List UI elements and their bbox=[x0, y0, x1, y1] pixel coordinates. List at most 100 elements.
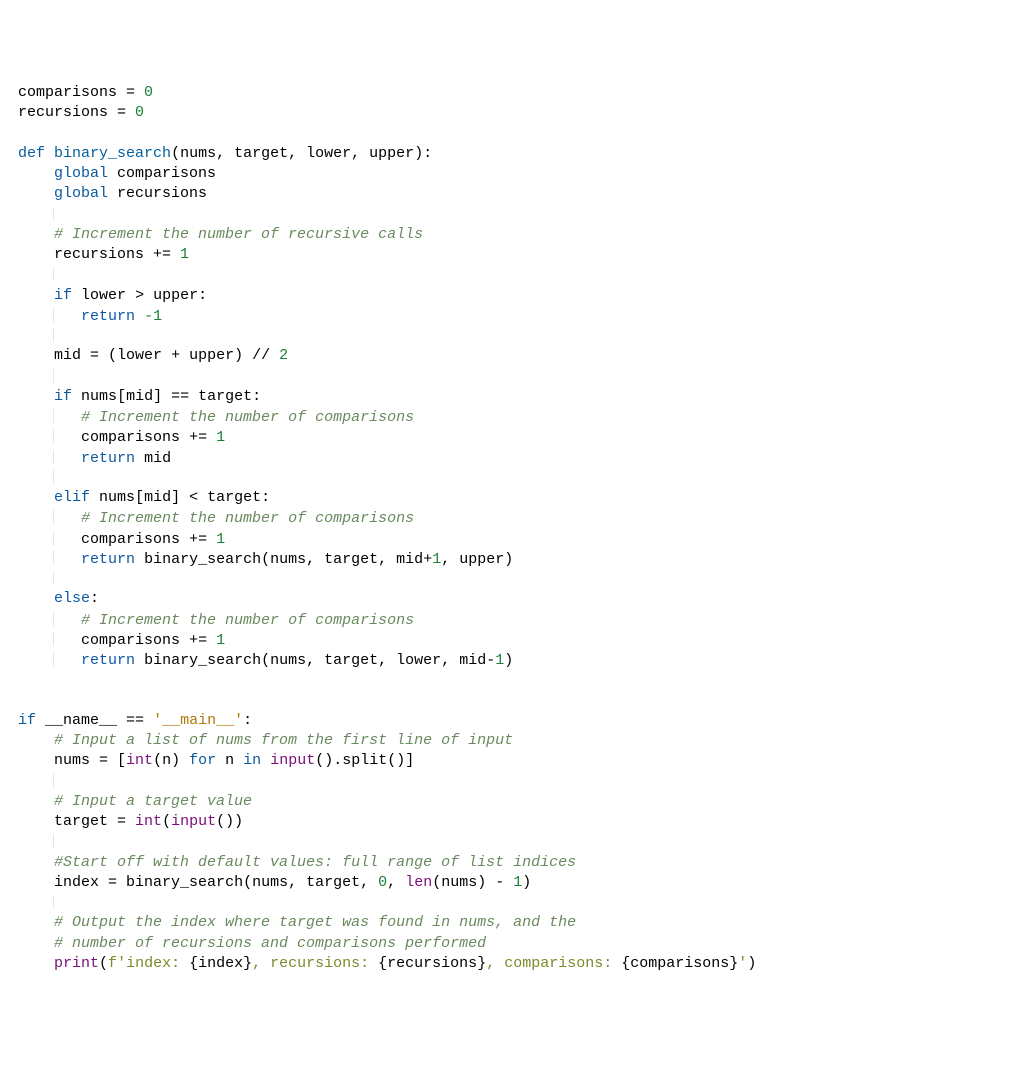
code-line[interactable]: comparisons = 0 bbox=[18, 83, 1024, 103]
keyword-return: return bbox=[81, 450, 135, 467]
code-line[interactable]: #Start off with default values: full ran… bbox=[18, 853, 1024, 873]
code-line[interactable]: # Increment the number of comparisons bbox=[18, 610, 1024, 630]
code-line[interactable] bbox=[18, 691, 1024, 711]
line-number bbox=[0, 751, 6, 771]
identifier: __name__ bbox=[45, 712, 117, 729]
identifier: target bbox=[324, 551, 378, 568]
code-line[interactable]: target = int(input()) bbox=[18, 812, 1024, 832]
keyword-for: for bbox=[189, 752, 216, 769]
code-editor[interactable]: comparisons = 0recursions = 0 def binary… bbox=[0, 81, 1024, 976]
identifier: target bbox=[54, 813, 108, 830]
code-line[interactable]: mid = (lower + upper) // 2 bbox=[18, 346, 1024, 366]
line-number bbox=[0, 589, 6, 609]
code-line[interactable]: recursions = 0 bbox=[18, 103, 1024, 123]
code-line[interactable]: if __name__ == '__main__': bbox=[18, 711, 1024, 731]
code-line[interactable] bbox=[18, 367, 1024, 387]
keyword-return: return bbox=[81, 551, 135, 568]
param: nums bbox=[180, 145, 216, 162]
code-line[interactable] bbox=[18, 670, 1024, 690]
code-line[interactable]: # Input a target value bbox=[18, 792, 1024, 812]
identifier: nums bbox=[81, 388, 117, 405]
code-line[interactable]: # Output the index where target was foun… bbox=[18, 913, 1024, 933]
line-number bbox=[0, 569, 6, 589]
code-line[interactable] bbox=[18, 205, 1024, 225]
param: upper bbox=[369, 145, 414, 162]
identifier: lower bbox=[396, 652, 441, 669]
code-line[interactable]: return -1 bbox=[18, 306, 1024, 326]
code-line[interactable]: if lower > upper: bbox=[18, 286, 1024, 306]
code-line[interactable]: return binary_search(nums, target, lower… bbox=[18, 650, 1024, 670]
code-line[interactable] bbox=[18, 893, 1024, 913]
line-number bbox=[0, 306, 6, 326]
identifier: nums bbox=[54, 752, 90, 769]
fstring-prefix: f bbox=[108, 955, 117, 972]
code-line[interactable]: index = binary_search(nums, target, 0, l… bbox=[18, 873, 1024, 893]
builtin-int: int bbox=[135, 813, 162, 830]
code-line[interactable] bbox=[18, 772, 1024, 792]
code-line[interactable]: recursions += 1 bbox=[18, 245, 1024, 265]
line-number bbox=[0, 184, 6, 204]
line-number bbox=[0, 913, 6, 933]
identifier: nums bbox=[99, 489, 135, 506]
line-number bbox=[0, 711, 6, 731]
number-literal: 0 bbox=[144, 84, 153, 101]
code-line[interactable]: print(f'index: {index}, recursions: {rec… bbox=[18, 954, 1024, 974]
comment: # Increment the number of comparisons bbox=[81, 409, 414, 426]
keyword-if: if bbox=[54, 287, 72, 304]
code-line[interactable] bbox=[18, 832, 1024, 852]
string-literal: , recursions: bbox=[252, 955, 378, 972]
code-line[interactable] bbox=[18, 468, 1024, 488]
code-line[interactable] bbox=[18, 265, 1024, 285]
line-number bbox=[0, 124, 6, 144]
number-literal: 2 bbox=[279, 347, 288, 364]
line-number bbox=[0, 549, 6, 569]
code-line[interactable] bbox=[18, 326, 1024, 346]
builtin-int: int bbox=[126, 752, 153, 769]
comment: # number of recursions and comparisons p… bbox=[54, 935, 486, 952]
comment: # Increment the number of comparisons bbox=[81, 612, 414, 629]
number-literal: 0 bbox=[135, 104, 144, 121]
identifier: mid bbox=[126, 388, 153, 405]
code-area[interactable]: comparisons = 0recursions = 0 def binary… bbox=[8, 81, 1024, 976]
number-literal: 1 bbox=[216, 429, 225, 446]
string-literal: ' bbox=[738, 955, 747, 972]
code-line[interactable]: comparisons += 1 bbox=[18, 427, 1024, 447]
code-line[interactable]: if nums[mid] == target: bbox=[18, 387, 1024, 407]
keyword-if: if bbox=[54, 388, 72, 405]
line-number bbox=[0, 670, 6, 690]
line-number bbox=[0, 144, 6, 164]
code-line[interactable]: return binary_search(nums, target, mid+1… bbox=[18, 549, 1024, 569]
identifier: recursions bbox=[54, 246, 144, 263]
identifier: mid bbox=[54, 347, 81, 364]
line-number bbox=[0, 792, 6, 812]
keyword-elif: elif bbox=[54, 489, 90, 506]
line-number bbox=[0, 103, 6, 123]
param: lower bbox=[306, 145, 351, 162]
code-line[interactable]: elif nums[mid] < target: bbox=[18, 488, 1024, 508]
code-line[interactable]: nums = [int(n) for n in input().split()] bbox=[18, 751, 1024, 771]
code-line[interactable]: # Increment the number of comparisons bbox=[18, 407, 1024, 427]
code-line[interactable]: global comparisons bbox=[18, 164, 1024, 184]
code-line[interactable]: # number of recursions and comparisons p… bbox=[18, 934, 1024, 954]
code-line[interactable]: # Increment the number of comparisons bbox=[18, 508, 1024, 528]
code-line[interactable]: global recursions bbox=[18, 184, 1024, 204]
identifier: comparisons bbox=[630, 955, 729, 972]
code-line[interactable]: else: bbox=[18, 589, 1024, 609]
identifier: lower bbox=[81, 287, 126, 304]
code-line[interactable]: comparisons += 1 bbox=[18, 529, 1024, 549]
code-line[interactable]: comparisons += 1 bbox=[18, 630, 1024, 650]
code-line[interactable]: # Increment the number of recursive call… bbox=[18, 225, 1024, 245]
string-literal: , comparisons: bbox=[486, 955, 621, 972]
keyword-return: return bbox=[81, 652, 135, 669]
builtin-input: input bbox=[270, 752, 315, 769]
code-line[interactable] bbox=[18, 569, 1024, 589]
number-literal: 1 bbox=[432, 551, 441, 568]
code-line[interactable]: def binary_search(nums, target, lower, u… bbox=[18, 144, 1024, 164]
identifier: target bbox=[306, 874, 360, 891]
identifier: recursions bbox=[117, 185, 207, 202]
identifier: n bbox=[162, 752, 171, 769]
code-line[interactable] bbox=[18, 124, 1024, 144]
code-line[interactable]: # Input a list of nums from the first li… bbox=[18, 731, 1024, 751]
keyword-return: return bbox=[81, 308, 135, 325]
code-line[interactable]: return mid bbox=[18, 448, 1024, 468]
